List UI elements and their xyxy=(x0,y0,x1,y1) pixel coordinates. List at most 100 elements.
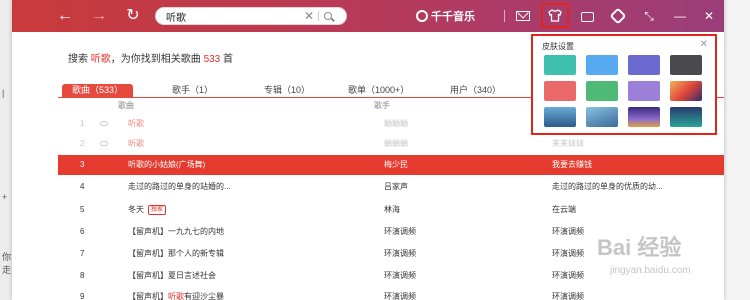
row-title[interactable]: 【留声机】那个人的新专辑 xyxy=(128,244,378,264)
skin-button-highlight xyxy=(541,3,569,28)
skin-swatch[interactable] xyxy=(586,81,618,101)
table-row-selected[interactable]: 3 听歌的小姑娘(广场舞) 梅少民 我要去赚钱 xyxy=(58,155,724,175)
row-singer[interactable]: 环演调频 xyxy=(384,244,534,264)
mail-icon xyxy=(516,11,530,21)
refresh-button[interactable]: ↻ xyxy=(122,5,144,27)
tab-playlists[interactable]: 歌单（1000+） xyxy=(348,84,409,98)
skin-swatch[interactable] xyxy=(628,107,660,127)
row-title[interactable]: 【留声机】夏日言述社会 xyxy=(128,266,378,286)
back-button[interactable]: ← xyxy=(54,5,76,27)
row-singer[interactable]: 环演调频 xyxy=(384,266,534,286)
summary-suffix: 首 xyxy=(223,54,234,65)
skin-popup-body: 皮肤设置 ✕ xyxy=(534,37,714,132)
row-index: 1 xyxy=(80,119,85,128)
search-box[interactable]: ✕ xyxy=(155,7,347,25)
table-row[interactable]: 9 【留声机】听歌有迎沙尘暴 环演调频 环演调频 xyxy=(58,287,724,300)
clear-icon[interactable]: ✕ xyxy=(304,8,314,24)
skin-swatch[interactable] xyxy=(628,81,660,101)
tab-albums[interactable]: 专辑（10） xyxy=(264,84,310,98)
row-title-text: 冬天 xyxy=(128,205,144,214)
watermark-logo: Bai 经验 xyxy=(597,235,682,260)
skin-swatch[interactable] xyxy=(544,55,576,75)
left-label-3: 你走 xyxy=(2,252,12,275)
watermark-url: jingyan.baidu.com xyxy=(610,265,691,276)
tab-users[interactable]: 用户（340） xyxy=(450,84,501,98)
skin-swatch[interactable] xyxy=(586,55,618,75)
skin-popup-close-icon[interactable]: ✕ xyxy=(700,39,708,50)
tab-songs[interactable]: 歌曲（533） xyxy=(62,84,134,98)
row-title[interactable]: 【留声机】一九九七的内地 xyxy=(128,222,378,242)
screen: | + 你走 ← → ↻ ✕ 千千音乐 xyxy=(0,0,750,300)
link-icon xyxy=(100,121,108,126)
row-album[interactable]: 我要去赚钱 xyxy=(552,155,724,175)
app-window: ← → ↻ ✕ 千千音乐 xyxy=(12,0,724,300)
summary-prefix: 搜索 xyxy=(68,54,88,65)
skin-swatch[interactable] xyxy=(628,55,660,75)
summary-count: 533 xyxy=(203,54,221,65)
row-singer[interactable]: 蛐蛐蛐 xyxy=(384,134,534,154)
row-singer[interactable]: 林海 xyxy=(384,200,534,220)
left-background-strip: | + 你走 xyxy=(0,0,12,300)
row-album[interactable]: 环演调频 xyxy=(552,287,724,300)
skin-swatch[interactable] xyxy=(544,81,576,101)
mini-player-button[interactable] xyxy=(578,7,596,25)
row-index: 9 xyxy=(80,292,85,300)
row-singer[interactable]: 梅少民 xyxy=(384,155,534,175)
row-index: 6 xyxy=(80,227,85,236)
box-icon xyxy=(580,12,594,22)
left-label-1: | xyxy=(2,88,5,98)
search-input[interactable] xyxy=(166,9,296,23)
skin-swatch[interactable] xyxy=(544,107,576,127)
minimize-button[interactable]: — xyxy=(671,7,689,25)
skin-swatch[interactable] xyxy=(670,81,702,101)
row-title[interactable]: 听歌的小姑娘(广场舞) xyxy=(128,155,378,175)
row-album[interactable]: 在云端 xyxy=(552,200,724,220)
search-icon[interactable] xyxy=(324,12,332,20)
row-index: 5 xyxy=(80,205,85,214)
row-singer[interactable]: 环演调频 xyxy=(384,287,534,300)
exclusive-badge: 独家 xyxy=(148,205,167,215)
row-title[interactable]: 听歌 xyxy=(128,114,378,134)
row-album[interactable]: 来来妹妹 xyxy=(552,134,724,154)
skin-swatch[interactable] xyxy=(670,107,702,127)
toolbar-divider xyxy=(504,10,505,22)
tab-singers[interactable]: 歌手（1） xyxy=(172,84,213,98)
row-singer[interactable]: 吕家声 xyxy=(384,177,534,197)
row-album[interactable]: 走过的路过的单身的优质的幼... xyxy=(552,177,724,197)
link-icon xyxy=(100,141,108,146)
table-row[interactable]: 5 冬天 独家 林海 在云端 xyxy=(58,200,724,220)
right-background-strip xyxy=(724,0,750,300)
skin-swatch[interactable] xyxy=(670,55,702,75)
row-index: 7 xyxy=(80,249,85,258)
shrink-button[interactable]: ⤡ xyxy=(640,7,658,25)
settings-button[interactable] xyxy=(609,7,627,25)
table-row[interactable]: 2 听歌 蛐蛐蛐 来来妹妹 xyxy=(58,134,724,154)
left-label-2: + xyxy=(2,192,8,202)
column-header-singer: 歌手 xyxy=(374,101,390,110)
row-singer[interactable]: 环演调频 xyxy=(384,222,534,242)
row-title-prefix: 【留声机】 xyxy=(128,292,168,300)
row-singer[interactable]: 蛐蛐蛐 xyxy=(384,114,534,134)
app-title: 千千音乐 xyxy=(431,11,475,23)
search-summary: 搜索 听歌，为你找到相关歌曲 533 首 xyxy=(68,50,233,65)
row-index: 2 xyxy=(80,139,85,148)
app-logo: 千千音乐 xyxy=(416,8,475,24)
row-title-suffix: 有迎沙尘暴 xyxy=(184,292,224,300)
forward-button[interactable]: → xyxy=(88,5,110,27)
mail-button[interactable] xyxy=(514,7,532,25)
summary-middle: ，为你找到相关歌曲 xyxy=(110,54,201,65)
row-title[interactable]: 冬天 独家 xyxy=(128,200,378,220)
row-index: 8 xyxy=(80,271,85,280)
summary-query: 听歌 xyxy=(90,54,111,65)
table-row[interactable]: 4 走过的路过的单身的站婚的... 吕家声 走过的路过的单身的优质的幼... xyxy=(58,177,724,197)
skin-popup-title: 皮肤设置 xyxy=(542,42,574,51)
row-title[interactable]: 听歌 xyxy=(128,134,378,154)
skin-swatch[interactable] xyxy=(586,107,618,127)
row-title[interactable]: 走过的路过的单身的站婚的... xyxy=(128,177,378,197)
row-title[interactable]: 【留声机】听歌有迎沙尘暴 xyxy=(128,287,378,300)
gear-icon xyxy=(609,7,627,25)
title-bar: ← → ↻ ✕ 千千音乐 xyxy=(12,0,724,32)
skin-settings-popup: 皮肤设置 ✕ xyxy=(531,34,717,135)
close-button[interactable]: ✕ xyxy=(700,7,718,25)
logo-icon xyxy=(416,10,428,22)
